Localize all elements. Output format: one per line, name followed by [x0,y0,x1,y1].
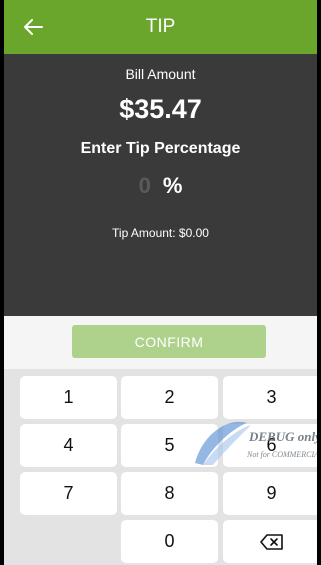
key-7[interactable]: 7 [20,472,117,515]
tip-percentage-input[interactable]: 0 [139,173,151,199]
key-4[interactable]: 4 [20,424,117,467]
page-title: TIP [145,16,176,37]
bill-amount-value: $35.47 [119,94,202,124]
bill-amount-label: Bill Amount [125,66,196,82]
tip-percentage-heading: Enter Tip Percentage [80,140,241,157]
key-8[interactable]: 8 [121,472,218,515]
backspace-key[interactable] [223,520,317,563]
backspace-icon [259,533,283,550]
key-9[interactable]: 9 [223,472,317,515]
key-5[interactable]: 5 [121,424,218,467]
key-1[interactable]: 1 [20,376,117,419]
key-3[interactable]: 3 [223,376,317,419]
tip-amount-text: Tip Amount: $0.00 [112,226,209,240]
key-2[interactable]: 2 [121,376,218,419]
tip-percentage-row: 0 % [4,171,317,201]
tip-panel: Bill Amount $35.47 Enter Tip Percentage … [4,54,317,316]
percent-symbol: % [162,173,183,198]
confirm-button[interactable]: CONFIRM [72,325,266,358]
numeric-keypad: 1 2 3 4 5 6 7 8 9 0 [4,369,317,565]
key-6[interactable]: 6 [223,424,317,467]
app-bar: TIP [4,0,317,54]
key-0[interactable]: 0 [121,520,218,563]
tip-screen: TIP Bill Amount $35.47 Enter Tip Percent… [4,0,317,565]
